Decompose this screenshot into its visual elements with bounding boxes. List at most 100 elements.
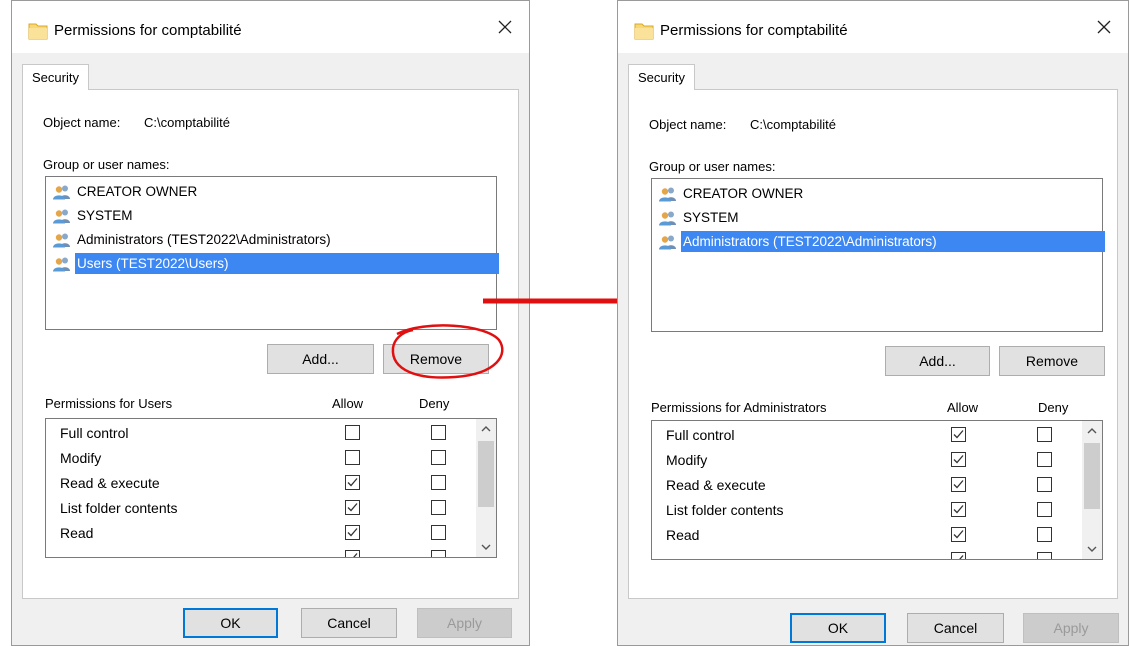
dialog-title: Permissions for comptabilité [660,22,848,39]
checkmark-icon [353,553,358,557]
add-button[interactable]: Add... [267,344,374,374]
group-user-names-label: Group or user names: [43,157,170,172]
ok-button[interactable]: OK [183,608,278,638]
allow-checkbox[interactable] [345,425,360,440]
permission-row: Full control [46,423,474,445]
tab-security[interactable]: Security [22,64,89,90]
allow-checkbox[interactable] [345,525,360,540]
deny-checkbox[interactable] [1037,502,1052,517]
permission-row: List folder contents [46,498,474,520]
scroll-down-button[interactable] [1082,539,1102,559]
chevron-up-icon [481,426,491,432]
close-icon [498,20,512,34]
permission-name: Read & execute [60,475,160,491]
deny-checkbox[interactable] [1037,477,1052,492]
group-user-names-label: Group or user names: [649,159,776,174]
user-name: SYSTEM [77,208,133,223]
users-group-icon [53,233,70,247]
checkmark-icon [953,530,964,539]
allow-checkbox[interactable] [345,450,360,465]
user-name: SYSTEM [683,210,739,225]
allow-checkbox[interactable] [345,550,360,557]
permission-name: Full control [666,427,735,443]
remove-button[interactable]: Remove [383,344,489,374]
checkmark-icon [953,505,964,514]
allow-header: Allow [947,400,979,415]
scroll-down-button[interactable] [476,537,496,557]
security-panel: Object name: C:\comptabilité Group or us… [22,89,519,599]
checkmark-icon [953,480,964,489]
deny-checkbox[interactable] [431,525,446,540]
permissions-scrollbar[interactable] [1082,421,1102,559]
checkmark-icon [959,555,964,559]
scroll-up-button[interactable] [1082,421,1102,441]
user-list[interactable]: CREATOR OWNER SYSTEM Administrators (TEST2… [45,176,499,330]
allow-checkbox[interactable] [951,552,966,559]
permission-row: Read & execute [46,473,474,495]
user-list[interactable]: CREATOR OWNER SYSTEM Administrators (TEST2… [651,178,1105,332]
permission-name: List folder contents [60,500,178,516]
permission-row: Read & execute [652,475,1080,497]
folder-icon [28,23,48,40]
deny-checkbox[interactable] [431,550,446,557]
allow-checkbox[interactable] [951,527,966,542]
apply-button[interactable]: Apply [1023,613,1119,643]
permission-name: Read [666,527,700,543]
user-list-item[interactable]: SYSTEM [52,205,135,226]
permissions-dialog-before: Permissions for comptabilité Security Ob… [11,0,530,646]
user-list-item[interactable]: Users (TEST2022\Users) [52,253,499,274]
deny-checkbox[interactable] [1037,452,1052,467]
deny-checkbox[interactable] [431,450,446,465]
deny-checkbox[interactable] [431,500,446,515]
deny-checkbox[interactable] [1037,527,1052,542]
checkmark-icon [347,503,358,512]
scroll-thumb[interactable] [1084,443,1100,509]
allow-checkbox[interactable] [951,477,966,492]
cancel-button[interactable]: Cancel [301,608,397,638]
allow-checkbox[interactable] [345,475,360,490]
permission-row: Modify [46,448,474,470]
permissions-for-label: Permissions for Users [45,396,173,411]
tab-security[interactable]: Security [628,64,695,90]
permission-name: Read & execute [666,477,766,493]
user-list-item[interactable]: CREATOR OWNER [658,183,805,204]
folder-icon [634,23,654,40]
user-list-item[interactable]: Administrators (TEST2022\Administrators) [52,229,333,250]
scroll-thumb[interactable] [478,441,494,507]
allow-checkbox[interactable] [951,427,966,442]
permission-name: Modify [666,452,708,468]
users-group-icon [53,257,70,271]
deny-checkbox[interactable] [431,425,446,440]
permission-name: Read [60,525,94,541]
allow-checkbox[interactable] [345,500,360,515]
close-icon [1097,20,1111,34]
allow-checkbox[interactable] [951,452,966,467]
scroll-up-button[interactable] [476,419,496,439]
deny-checkbox[interactable] [1037,552,1052,559]
user-list-item[interactable]: CREATOR OWNER [52,181,199,202]
close-button[interactable] [1086,11,1122,43]
deny-checkbox[interactable] [1037,427,1052,442]
allow-checkbox[interactable] [951,502,966,517]
users-group-icon [659,211,676,225]
apply-button[interactable]: Apply [417,608,512,638]
chevron-down-icon [1087,546,1097,552]
permission-row [46,548,474,557]
users-group-icon [53,209,70,223]
permissions-list: Full control Modify Read & execute List fol… [45,418,497,558]
permission-row: List folder contents [652,500,1080,522]
remove-button[interactable]: Remove [999,346,1105,376]
user-list-item[interactable]: SYSTEM [658,207,741,228]
permission-row: Full control [652,425,1080,447]
object-name-value: C:\comptabilité [144,115,230,130]
close-button[interactable] [487,11,523,43]
title-bar: Permissions for comptabilité [12,1,529,53]
add-button[interactable]: Add... [885,346,990,376]
permissions-scrollbar[interactable] [476,419,496,557]
user-list-item[interactable]: Administrators (TEST2022\Administrators) [658,231,1105,252]
cancel-button[interactable]: Cancel [907,613,1004,643]
ok-button[interactable]: OK [790,613,886,643]
deny-checkbox[interactable] [431,475,446,490]
permissions-for-label: Permissions for Administrators [651,400,827,415]
user-name: CREATOR OWNER [77,184,198,199]
